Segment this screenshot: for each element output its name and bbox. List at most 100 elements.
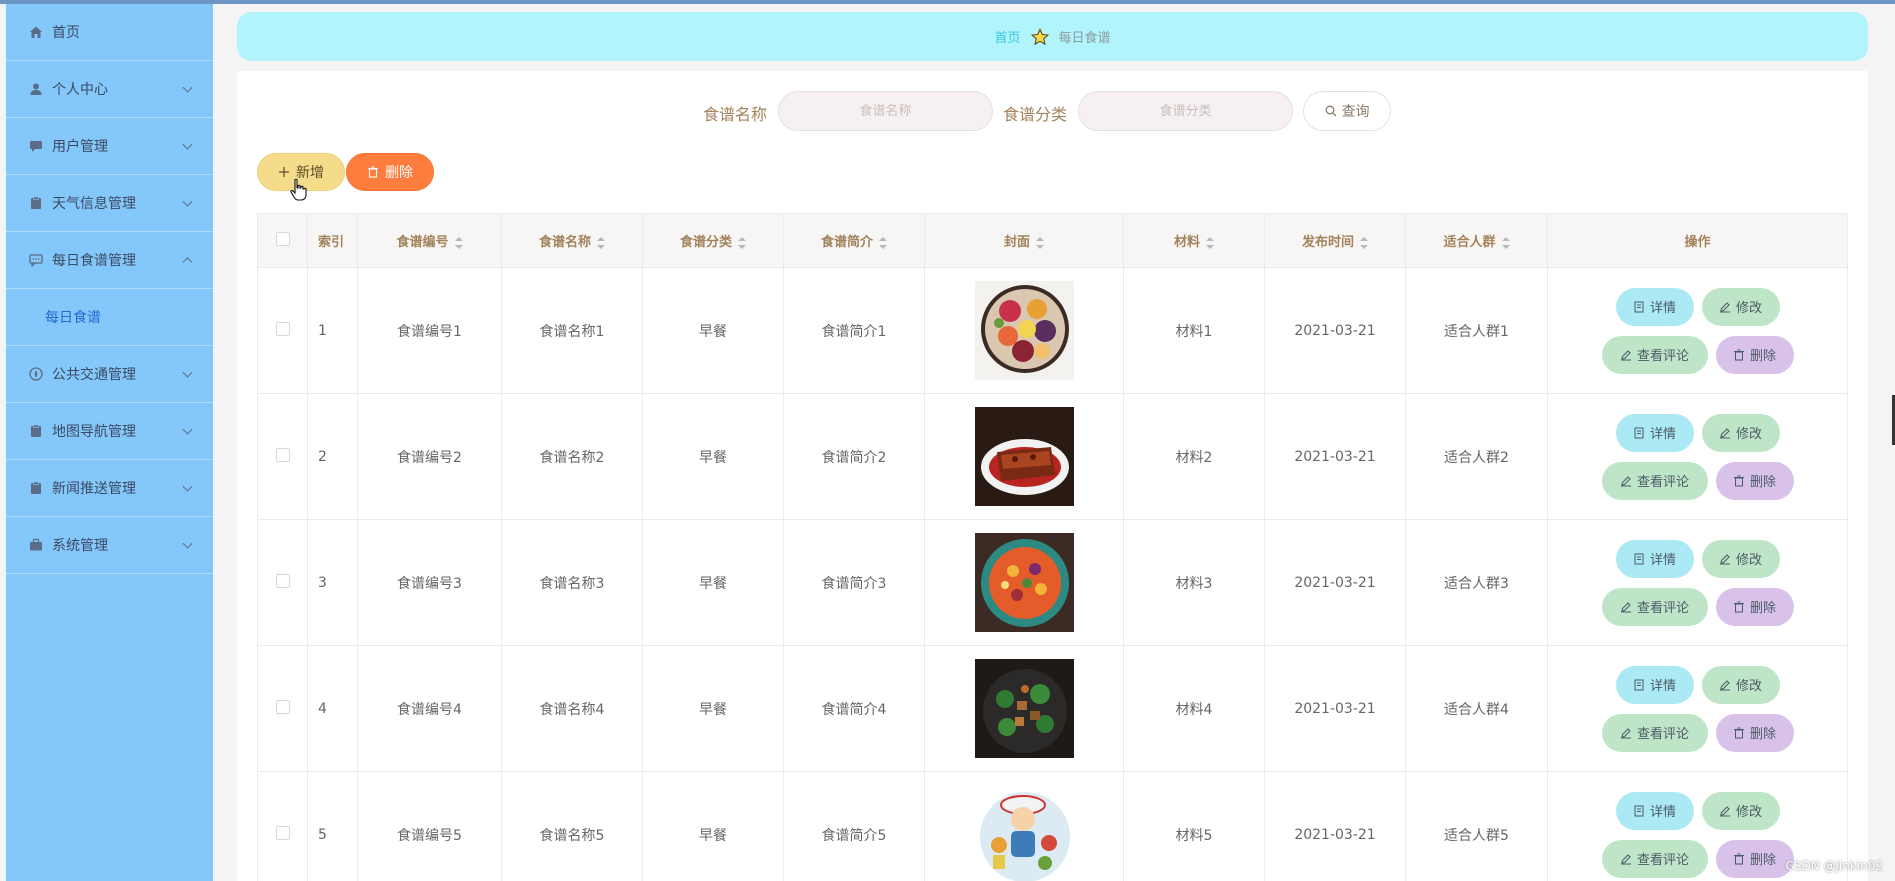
sidebar-item-news-push-management[interactable]: 新闻推送管理: [6, 460, 213, 517]
cover-image[interactable]: [974, 659, 1074, 758]
row-delete-button[interactable]: 删除: [1715, 839, 1794, 878]
sidebar-item-system-management[interactable]: 系统管理: [6, 517, 213, 574]
edit-button[interactable]: 修改: [1701, 413, 1780, 452]
detail-button[interactable]: 详情: [1615, 413, 1694, 452]
pencil-icon: [1620, 601, 1631, 612]
view-comments-button-label: 查看评论: [1636, 601, 1689, 616]
view-comments-button[interactable]: 查看评论: [1601, 335, 1708, 374]
sidebar-item-home[interactable]: 首页: [6, 4, 213, 61]
view-comments-button[interactable]: 查看评论: [1601, 713, 1708, 752]
view-comments-button[interactable]: 查看评论: [1601, 461, 1708, 500]
sort-icon[interactable]: [738, 236, 746, 249]
clipboard-icon: [28, 195, 44, 211]
header-time[interactable]: 发布时间: [1264, 213, 1406, 268]
row-select-cell: [257, 645, 308, 772]
delete-button[interactable]: 删除: [346, 153, 434, 191]
document-icon: [1634, 427, 1644, 438]
header-crowd[interactable]: 适合人群: [1405, 213, 1548, 268]
cell-code: 食谱编号3: [357, 519, 502, 646]
row-delete-button[interactable]: 删除: [1715, 587, 1794, 626]
recipe-name-input[interactable]: [778, 91, 993, 131]
trash-icon: [1733, 475, 1744, 486]
row-checkbox[interactable]: [275, 699, 290, 714]
query-button[interactable]: 查询: [1303, 91, 1391, 131]
header-material[interactable]: 材料: [1123, 213, 1265, 268]
cell-cover: [924, 771, 1124, 881]
cover-image[interactable]: [974, 785, 1074, 881]
row-delete-button-label: 删除: [1749, 349, 1776, 364]
sidebar-subitem-daily-recipe[interactable]: 每日食谱: [6, 289, 213, 346]
header-category[interactable]: 食谱分类: [642, 213, 784, 268]
row-checkbox[interactable]: [275, 573, 290, 588]
header-code[interactable]: 食谱编号: [357, 213, 502, 268]
row-checkbox[interactable]: [275, 825, 290, 840]
recipe-category-label: 食谱分类: [1003, 105, 1068, 124]
edit-button[interactable]: 修改: [1701, 287, 1780, 326]
header-cover[interactable]: 封面: [924, 213, 1124, 268]
view-comments-button[interactable]: 查看评论: [1601, 587, 1708, 626]
chevron-down-icon: [182, 424, 193, 435]
cell-material: 材料1: [1123, 267, 1265, 394]
cell-time: 2021-03-21: [1264, 519, 1406, 646]
sidebar-item-daily-recipe-management[interactable]: 每日食谱管理: [6, 232, 213, 289]
sort-icon[interactable]: [1036, 236, 1044, 249]
cover-image[interactable]: [974, 533, 1074, 632]
row-delete-button[interactable]: 删除: [1715, 461, 1794, 500]
sidebar-item-user-management[interactable]: 用户管理: [6, 118, 213, 175]
row-delete-button[interactable]: 删除: [1715, 713, 1794, 752]
sort-icon[interactable]: [1501, 236, 1510, 249]
breadcrumb-home[interactable]: 首页: [994, 27, 1020, 46]
select-all-checkbox[interactable]: [275, 231, 290, 246]
chevron-down-icon: [182, 481, 193, 492]
header-intro[interactable]: 食谱简介: [783, 213, 925, 268]
detail-button[interactable]: 详情: [1615, 665, 1694, 704]
pencil-icon: [1620, 727, 1631, 738]
cell-time: 2021-03-21: [1264, 267, 1406, 394]
pencil-icon: [1719, 805, 1730, 816]
cell-material: 材料2: [1123, 393, 1265, 520]
cell-crowd: 适合人群3: [1405, 519, 1548, 646]
cover-image[interactable]: [974, 407, 1074, 506]
detail-button[interactable]: 详情: [1615, 539, 1694, 578]
sort-icon[interactable]: [454, 236, 463, 249]
table-row: 3 食谱编号3 食谱名称3 早餐 食谱简介3 材料3 2021-03-21 适合…: [257, 519, 1848, 646]
cell-index: 2: [307, 393, 358, 520]
trash-icon: [1733, 601, 1744, 612]
cell-intro: 食谱简介2: [783, 393, 925, 520]
sidebar-item-map-navigation-management[interactable]: 地图导航管理: [6, 403, 213, 460]
header-name[interactable]: 食谱名称: [501, 213, 643, 268]
sidebar-item-personal-center[interactable]: 个人中心: [6, 61, 213, 118]
row-select-cell: [257, 771, 308, 881]
sort-icon[interactable]: [1206, 236, 1214, 249]
trash-icon: [1733, 727, 1744, 738]
row-delete-button[interactable]: 删除: [1715, 335, 1794, 374]
search-bar: 食谱名称 食谱分类 查询: [237, 91, 1868, 131]
chevron-down-icon: [182, 196, 193, 207]
trash-icon: [1733, 853, 1744, 864]
cover-image[interactable]: [974, 281, 1074, 380]
detail-button[interactable]: 详情: [1615, 791, 1694, 830]
edit-button[interactable]: 修改: [1701, 539, 1780, 578]
chevron-up-icon: [182, 257, 193, 268]
edit-button[interactable]: 修改: [1701, 665, 1780, 704]
sidebar-item-public-transport-management[interactable]: 公共交通管理: [6, 346, 213, 403]
cell-cover: [924, 645, 1124, 772]
row-checkbox[interactable]: [275, 447, 290, 462]
sidebar-item-weather-management[interactable]: 天气信息管理: [6, 175, 213, 232]
document-icon: [1634, 805, 1644, 816]
sort-icon[interactable]: [879, 236, 887, 249]
view-comments-button[interactable]: 查看评论: [1601, 839, 1708, 878]
sort-icon[interactable]: [597, 236, 605, 249]
sidebar-item-label: 系统管理: [52, 538, 108, 554]
row-select-cell: [257, 393, 308, 520]
cell-intro: 食谱简介1: [783, 267, 925, 394]
edit-button[interactable]: 修改: [1701, 791, 1780, 830]
row-checkbox[interactable]: [275, 321, 290, 336]
delete-button-label: 删除: [385, 165, 413, 181]
cell-name: 食谱名称1: [501, 267, 643, 394]
cell-category: 早餐: [642, 393, 784, 520]
cell-ops: 详情 修改 查看评论 删除: [1547, 645, 1848, 772]
sort-icon[interactable]: [1360, 236, 1368, 249]
recipe-category-input[interactable]: [1078, 91, 1293, 131]
detail-button[interactable]: 详情: [1615, 287, 1694, 326]
